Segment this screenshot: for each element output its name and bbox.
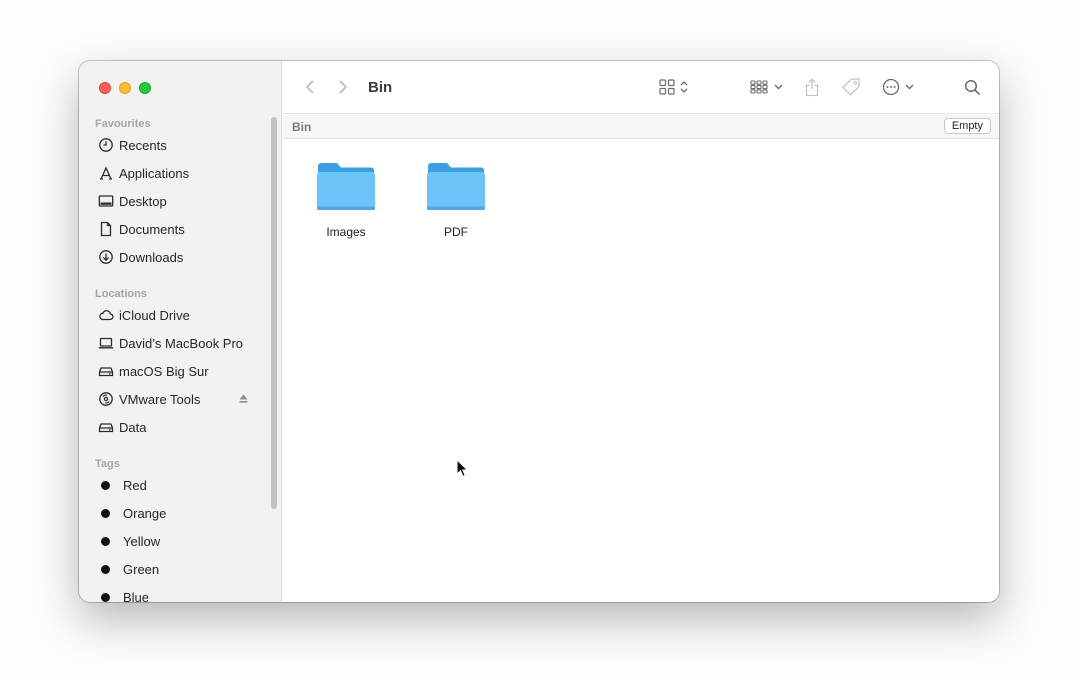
folder-icon [317, 163, 375, 210]
maximize-button[interactable] [139, 82, 151, 94]
tag-dot-icon [101, 536, 110, 546]
more-actions-button[interactable] [882, 78, 914, 96]
sidebar-list: Favourites Recents Applications Desktop [79, 117, 281, 602]
sidebar-item-recents[interactable]: Recents [79, 131, 281, 159]
sidebar-item-data[interactable]: Data [79, 413, 281, 441]
icon-view-icon [659, 79, 675, 95]
applications-icon [97, 165, 114, 181]
folder-icon [427, 163, 485, 210]
sidebar-item-desktop[interactable]: Desktop [79, 187, 281, 215]
eject-icon[interactable] [238, 392, 249, 407]
sidebar-tag-blue[interactable]: Blue [79, 583, 281, 602]
sidebar-item-label: Green [123, 561, 160, 577]
sidebar-item-label: VMware Tools [119, 391, 201, 407]
sidebar-item-label: Blue [123, 589, 150, 603]
forward-button[interactable] [335, 79, 351, 95]
sidebar-tag-orange[interactable]: Orange [79, 499, 281, 527]
sidebar-item-label: Documents [119, 221, 185, 237]
file-grid: Images PDF [283, 140, 999, 602]
share-button[interactable] [804, 77, 820, 97]
clock-icon [97, 137, 114, 153]
folder-name: PDF [444, 225, 468, 239]
sidebar-item-macbook-pro[interactable]: David’s MacBook Pro [79, 329, 281, 357]
sidebar-tag-green[interactable]: Green [79, 555, 281, 583]
search-button[interactable] [964, 79, 981, 96]
cloud-icon [97, 307, 114, 323]
mouse-cursor-icon [456, 459, 469, 478]
empty-bin-button[interactable]: Empty [943, 118, 991, 134]
view-mode-button[interactable] [659, 79, 688, 95]
group-grid-icon [750, 80, 768, 94]
sidebar-item-label: macOS Big Sur [119, 363, 209, 379]
folder-item-images[interactable]: Images [303, 158, 389, 239]
disc-icon [97, 391, 114, 407]
sidebar-item-label: Downloads [119, 249, 184, 265]
sidebar-item-label: Data [119, 419, 147, 435]
group-button[interactable] [750, 80, 783, 94]
tag-dot-icon [101, 564, 110, 574]
sidebar-item-label: Desktop [119, 193, 167, 209]
drive-icon [97, 363, 114, 379]
folder-name: Images [326, 225, 366, 239]
document-icon [97, 221, 114, 237]
path-bar: Bin Empty [283, 115, 999, 139]
folder-item-pdf[interactable]: PDF [413, 158, 499, 239]
ellipsis-circle-icon [883, 78, 900, 96]
back-button[interactable] [302, 79, 318, 95]
sidebar-item-label: Orange [123, 505, 167, 521]
window-title: Bin [368, 78, 393, 96]
tag-dot-icon [101, 508, 110, 518]
tag-dot-icon [101, 592, 110, 602]
finder-window: Favourites Recents Applications Desktop [79, 61, 999, 602]
desktop-icon [97, 193, 114, 209]
drive-icon [97, 419, 114, 435]
sidebar-item-vmware-tools[interactable]: VMware Tools [79, 385, 281, 413]
sidebar-item-label: David’s MacBook Pro [119, 335, 244, 351]
download-icon [97, 249, 114, 265]
minimize-button[interactable] [119, 82, 131, 94]
sidebar-item-label: Yellow [123, 533, 161, 549]
toolbar: Bin [283, 61, 999, 114]
sidebar-item-documents[interactable]: Documents [79, 215, 281, 243]
sidebar-item-icloud-drive[interactable]: iCloud Drive [79, 301, 281, 329]
path-bar-label: Bin [292, 119, 312, 134]
tag-button[interactable] [841, 77, 861, 97]
chevron-down-icon [774, 84, 783, 90]
chevron-left-icon [305, 80, 314, 94]
sidebar: Favourites Recents Applications Desktop [79, 61, 282, 602]
chevron-right-icon [339, 80, 348, 94]
chevron-down-icon [905, 84, 914, 90]
sidebar-item-downloads[interactable]: Downloads [79, 243, 281, 271]
share-icon [806, 77, 819, 96]
search-icon [965, 79, 981, 95]
sidebar-item-label: Applications [119, 165, 190, 181]
tag-dot-icon [101, 480, 110, 490]
close-button[interactable] [99, 82, 111, 94]
sidebar-scrollbar[interactable] [271, 117, 277, 509]
laptop-icon [97, 335, 114, 351]
section-title-tags: Tags [95, 458, 120, 470]
traffic-lights [99, 82, 151, 94]
sidebar-item-label: Red [123, 477, 147, 493]
tag-icon [842, 78, 860, 96]
sidebar-tag-red[interactable]: Red [79, 471, 281, 499]
sidebar-item-label: iCloud Drive [119, 307, 190, 323]
sidebar-item-label: Recents [119, 137, 167, 153]
section-title-favourites: Favourites [95, 118, 151, 130]
sidebar-item-applications[interactable]: Applications [79, 159, 281, 187]
sidebar-tag-yellow[interactable]: Yellow [79, 527, 281, 555]
section-title-locations: Locations [95, 288, 147, 300]
up-down-chevron-icon [680, 81, 688, 93]
sidebar-item-macos-big-sur[interactable]: macOS Big Sur [79, 357, 281, 385]
